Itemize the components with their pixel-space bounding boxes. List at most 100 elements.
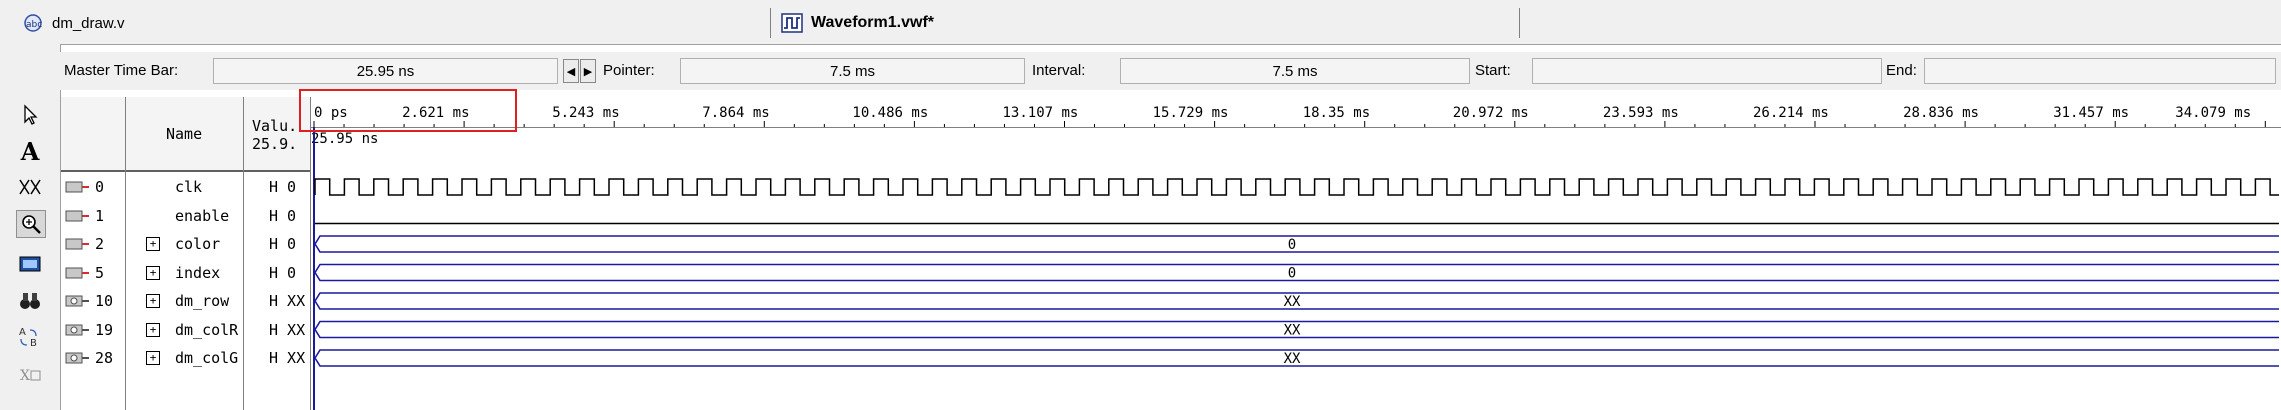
signal-name: color bbox=[175, 235, 221, 253]
signal-index: 1 bbox=[95, 206, 105, 225]
bus-value-label: 0 bbox=[1288, 266, 1296, 282]
signal-index-cell: 10 bbox=[65, 289, 123, 313]
input-bus-icon bbox=[65, 267, 89, 278]
pointer-arrow-icon bbox=[24, 104, 38, 125]
pointer-field: 7.5 ms bbox=[680, 58, 1025, 84]
signal-value: H 0 bbox=[269, 206, 297, 225]
replace-icon: A B bbox=[19, 327, 37, 349]
full-screen-button[interactable] bbox=[16, 252, 44, 278]
signal-row-dm_colR[interactable]: 19 + dm_colR H XX bbox=[61, 316, 311, 344]
signal-row-dm_colG[interactable]: 28 + dm_colG H XX bbox=[61, 344, 311, 372]
waveform-display[interactable]: 0 ps 2.621 ms 5.243 ms 7.864 ms 10.486 ms 13.… bbox=[311, 97, 2281, 410]
pointer-label: Pointer: bbox=[603, 62, 655, 79]
bus-value-label: 0 bbox=[1288, 237, 1296, 253]
value-column-header: Valu. bbox=[252, 117, 298, 135]
end-label: End: bbox=[1886, 62, 1917, 79]
waveform-file-icon bbox=[781, 13, 803, 33]
signal-row-dm_row[interactable]: 10 + dm_row H XX bbox=[61, 287, 311, 315]
value-column-time: 25.9. bbox=[252, 135, 298, 153]
signal-index: 10 bbox=[95, 292, 114, 310]
signal-index-cell: 1 bbox=[65, 204, 123, 228]
interval-field: 7.5 ms bbox=[1120, 58, 1470, 84]
signal-index-cell: 5 bbox=[65, 261, 123, 285]
input-pin-icon bbox=[65, 210, 89, 221]
signal-index: 5 bbox=[95, 263, 105, 282]
end-field[interactable] bbox=[1924, 58, 2276, 84]
binoculars-icon bbox=[20, 293, 40, 309]
signal-index-cell: 2 bbox=[65, 232, 123, 256]
signal-name: index bbox=[175, 263, 221, 282]
output-pin-icon bbox=[65, 295, 89, 307]
signal-index-cell: 28 bbox=[65, 346, 123, 370]
time-bar-row: Master Time Bar: 25.95 ns ◀ ▶ Pointer: 7… bbox=[0, 52, 2281, 90]
signal-value: H XX bbox=[269, 292, 306, 310]
signal-index-cell: 19 bbox=[65, 318, 123, 342]
selection-tool-button[interactable] bbox=[16, 102, 44, 128]
arrow-right-icon: ▶ bbox=[583, 65, 593, 78]
formula-icon: X bbox=[20, 368, 41, 384]
signal-value: H XX bbox=[269, 320, 306, 339]
bus-value-label: XX bbox=[1284, 351, 1301, 367]
name-column-header: Name bbox=[166, 125, 203, 143]
verilog-file-icon: abc bbox=[24, 14, 42, 32]
signal-index: 28 bbox=[95, 349, 114, 367]
signal-name: enable bbox=[175, 206, 230, 225]
signal-value: H XX bbox=[269, 349, 306, 367]
tab-design-file[interactable]: abc dm_draw.v bbox=[22, 8, 125, 38]
bus-waveform-color bbox=[314, 235, 2279, 253]
master-time-bar-field[interactable]: 25.95 ns bbox=[213, 58, 558, 84]
arrow-left-icon: ◀ bbox=[566, 65, 576, 78]
signal-value: H 0 bbox=[269, 235, 297, 253]
svg-text:B: B bbox=[30, 338, 37, 349]
signal-name: dm_colG bbox=[175, 349, 239, 367]
waveform-editing-tool-button[interactable] bbox=[16, 174, 44, 200]
tab-waveform-label: Waveform1.vwf* bbox=[811, 14, 934, 31]
bus-value-label: XX bbox=[1284, 294, 1301, 310]
monitor-icon bbox=[19, 256, 41, 272]
replace-button[interactable]: A B bbox=[16, 324, 44, 350]
bus-value-label: XX bbox=[1284, 323, 1301, 339]
expand-bus-button[interactable]: + bbox=[146, 351, 160, 365]
expand-bus-button[interactable]: + bbox=[146, 237, 160, 251]
clk-waveform bbox=[314, 178, 2279, 196]
signal-name: clk bbox=[175, 178, 203, 196]
signal-row-color[interactable]: 2 + color H 0 bbox=[61, 230, 311, 258]
signal-table: Name Valu. 25.9. 0 clk H 0 1 enable H 0 2 + colo… bbox=[61, 97, 311, 410]
text-tool-button[interactable]: A bbox=[16, 136, 44, 166]
signal-row-index[interactable]: 5 + index H 0 bbox=[61, 259, 311, 287]
tab-design-file-label: dm_draw.v bbox=[52, 14, 125, 32]
signal-row-enable[interactable]: 1 enable H 0 bbox=[61, 202, 311, 230]
svg-text:A: A bbox=[19, 327, 26, 338]
expand-bus-button[interactable]: + bbox=[146, 265, 160, 280]
expand-bus-button[interactable]: + bbox=[146, 322, 160, 337]
bus-waveform-index bbox=[314, 263, 2279, 282]
text-tool-icon: A bbox=[20, 136, 40, 166]
input-bus-icon bbox=[65, 238, 89, 250]
signal-index: 2 bbox=[95, 235, 105, 253]
output-pin-icon bbox=[65, 324, 89, 335]
signal-table-header: Name Valu. 25.9. bbox=[61, 97, 311, 172]
output-pin-icon bbox=[65, 352, 89, 364]
signal-value: H 0 bbox=[269, 263, 297, 282]
waveform-tool-palette: A A B X bbox=[0, 44, 61, 410]
waveform-value-button[interactable]: X bbox=[16, 362, 44, 388]
master-time-bar-label: Master Time Bar: bbox=[64, 62, 179, 79]
signal-value: H 0 bbox=[269, 178, 297, 196]
next-transition-button[interactable]: ▶ bbox=[580, 59, 596, 83]
signal-name: dm_colR bbox=[175, 320, 239, 339]
tab-waveform[interactable]: Waveform1.vwf* bbox=[770, 8, 1520, 38]
previous-transition-button[interactable]: ◀ bbox=[563, 59, 579, 83]
expand-bus-button[interactable]: + bbox=[146, 294, 160, 308]
find-button[interactable] bbox=[16, 288, 44, 314]
start-label: Start: bbox=[1475, 62, 1511, 79]
zoom-tool-button[interactable] bbox=[16, 210, 46, 238]
interval-label: Interval: bbox=[1032, 62, 1086, 79]
svg-text:abc: abc bbox=[26, 20, 42, 30]
signal-index: 19 bbox=[95, 320, 114, 339]
magnifier-icon bbox=[22, 215, 41, 234]
svg-text:X: X bbox=[20, 368, 30, 384]
start-field[interactable] bbox=[1532, 58, 1882, 84]
waveform-traces[interactable]: 0 0 XX XX XX bbox=[311, 97, 2281, 410]
waveform-edit-icon bbox=[19, 179, 41, 195]
signal-row-clk[interactable]: 0 clk H 0 bbox=[61, 173, 311, 201]
